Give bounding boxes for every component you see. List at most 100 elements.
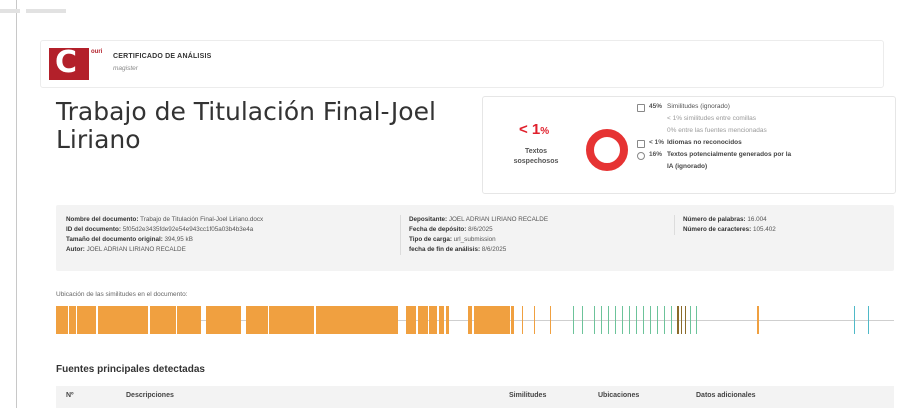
metadata-key: Número de palabras: <box>683 216 748 223</box>
metadata-key: Depositante: <box>409 216 449 223</box>
legend-row: 0% entre las fuentes mencionadas <box>637 125 889 137</box>
legend-text: IA (ignorado) <box>667 163 708 170</box>
column-header[interactable]: Datos adicionales <box>696 392 756 399</box>
similarity-tick[interactable] <box>601 306 602 334</box>
similarity-tick[interactable] <box>594 306 595 334</box>
segment-gap <box>314 306 316 334</box>
similarity-segment[interactable] <box>511 306 514 334</box>
similarity-tick[interactable] <box>622 306 623 334</box>
column-header[interactable]: Similitudes <box>509 392 546 399</box>
similarity-tick[interactable] <box>608 306 609 334</box>
similarity-tick[interactable] <box>677 306 679 334</box>
similarity-segment[interactable] <box>418 306 420 334</box>
legend-value: < 1% <box>649 139 664 146</box>
similarity-segment[interactable] <box>439 306 444 334</box>
document-title: Trabajo de Titulación Final-Joel Liriano <box>56 97 436 154</box>
metadata-row: Número de caracteres: 105.402 <box>683 225 776 235</box>
similarity-segment[interactable] <box>206 306 241 334</box>
similarity-tick[interactable] <box>522 306 523 334</box>
similarity-tick[interactable] <box>681 306 682 334</box>
metadata-column-1: Nombre del documento: Trabajo de Titulac… <box>66 215 263 255</box>
metadata-key: Nombre del documento: <box>66 216 141 223</box>
similarity-tick[interactable] <box>615 306 616 334</box>
metadata-key: Número de caracteres: <box>683 226 753 233</box>
similarity-location-label: Ubicación de las similitudes en el docum… <box>56 291 188 298</box>
copy-icon <box>637 104 645 112</box>
similarity-tick[interactable] <box>534 306 535 334</box>
similarity-tick[interactable] <box>757 306 759 334</box>
metadata-key: Tipo de carga: <box>409 236 454 243</box>
legend-row: IA (ignorado) <box>637 161 889 173</box>
metadata-value: 8/6/2025 <box>468 226 493 233</box>
metadata-key: Tamaño del documento original: <box>66 236 165 243</box>
ai-icon <box>637 152 645 160</box>
legend-row: < 1% similitudes entre comillas <box>637 113 889 125</box>
similarity-segment[interactable] <box>474 306 510 334</box>
similarity-segment[interactable] <box>446 306 449 334</box>
legend-text: Similitudes (ignorado) <box>667 103 730 110</box>
metadata-value: Trabajo de Titulación Final-Joel Liriano… <box>140 216 264 223</box>
similarity-tick[interactable] <box>573 306 574 334</box>
metadata-row: fecha de fin de análisis: 8/6/2025 <box>409 245 548 255</box>
metadata-row: Número de palabras: 16.004 <box>683 215 776 225</box>
similarity-tick[interactable] <box>629 306 630 334</box>
metadata-value: 8/6/2025 <box>481 246 507 253</box>
similarity-tick[interactable] <box>868 306 869 334</box>
similarity-tick[interactable] <box>650 306 651 334</box>
similarity-segment[interactable] <box>431 306 437 334</box>
metadata-column-2: Depositante: JOEL ADRIAN LIRIANO RECALDE… <box>400 215 548 255</box>
sources-table-header: Nº Descripciones Similitudes Ubicaciones Dat… <box>56 386 894 408</box>
similarity-summary-card: < 1% Textos sospechosos 45% Similitudes (… <box>482 96 896 194</box>
similarity-location-bar[interactable] <box>56 306 894 334</box>
similarity-ring-chart <box>586 129 628 171</box>
similarity-tick[interactable] <box>671 306 672 334</box>
language-icon <box>637 140 645 148</box>
metadata-row: Fecha de depósito: 8/6/2025 <box>409 225 548 235</box>
certificate-subtitle: magister <box>113 65 138 72</box>
metadata-row: Nombre del documento: Trabajo de Titulac… <box>66 215 263 225</box>
similarity-tick[interactable] <box>685 306 686 334</box>
similarity-tick[interactable] <box>690 306 691 334</box>
similarity-segment[interactable] <box>56 306 201 334</box>
metadata-column-3: Número de palabras: 16.004 Número de cara… <box>674 215 776 235</box>
segment-gap <box>68 306 69 334</box>
similarity-tick[interactable] <box>854 306 855 334</box>
column-header[interactable]: Descripciones <box>126 392 174 399</box>
segment-gap <box>96 306 98 334</box>
similarity-segment[interactable] <box>408 306 416 334</box>
similarity-segment[interactable] <box>468 306 472 334</box>
metadata-value: 394,95 kB <box>164 236 193 243</box>
similarity-segment[interactable] <box>420 306 428 334</box>
similarity-tick[interactable] <box>636 306 637 334</box>
similarity-segment[interactable] <box>429 306 431 334</box>
segment-gap <box>176 306 177 334</box>
metadata-value: JOEL ADRIAN LIRIANO RECALDE <box>448 216 549 223</box>
metadata-row: Tamaño del documento original: 394,95 kB <box>66 235 263 245</box>
legend-row: 45% Similitudes (ignorado) <box>637 101 889 113</box>
metadata-value: 16.004 <box>747 216 767 223</box>
metadata-key: Fecha de depósito: <box>409 226 469 233</box>
legend-value: 45% <box>649 103 663 110</box>
metadata-key: Autor: <box>66 246 87 253</box>
metadata-value: 5f05d2e3435fde92e54e943cc1f05a03b4b3e4a <box>122 226 254 233</box>
segment-gap <box>148 306 150 334</box>
metadata-value: JOEL ADRIAN LIRIANO RECALDE <box>86 246 186 253</box>
certificate-title: CERTIFICADO DE ANÁLISIS <box>113 53 212 60</box>
metadata-row: Depositante: JOEL ADRIAN LIRIANO RECALDE <box>409 215 548 225</box>
similarity-tick[interactable] <box>657 306 658 334</box>
metadata-row: Tipo de carga: url_submission <box>409 235 548 245</box>
similarity-tick[interactable] <box>696 306 697 334</box>
similarity-tick[interactable] <box>664 306 665 334</box>
similarity-tick[interactable] <box>550 306 551 334</box>
column-header[interactable]: Nº <box>66 392 74 399</box>
brand-logo: C ouri <box>49 45 103 80</box>
legend-row: 16% Textos potencialmente generados por l… <box>637 149 889 161</box>
similarity-segment[interactable] <box>406 306 408 334</box>
column-header[interactable]: Ubicaciones <box>598 392 639 399</box>
similarity-tick[interactable] <box>643 306 644 334</box>
similarity-tick[interactable] <box>582 306 583 334</box>
document-metadata: Nombre del documento: Trabajo de Titulac… <box>56 205 894 271</box>
similarity-legend: 45% Similitudes (ignorado) < 1% similitude… <box>637 101 889 173</box>
suspicious-percent: < 1% <box>519 121 550 138</box>
logo-vertical-text: ouri <box>91 49 103 55</box>
